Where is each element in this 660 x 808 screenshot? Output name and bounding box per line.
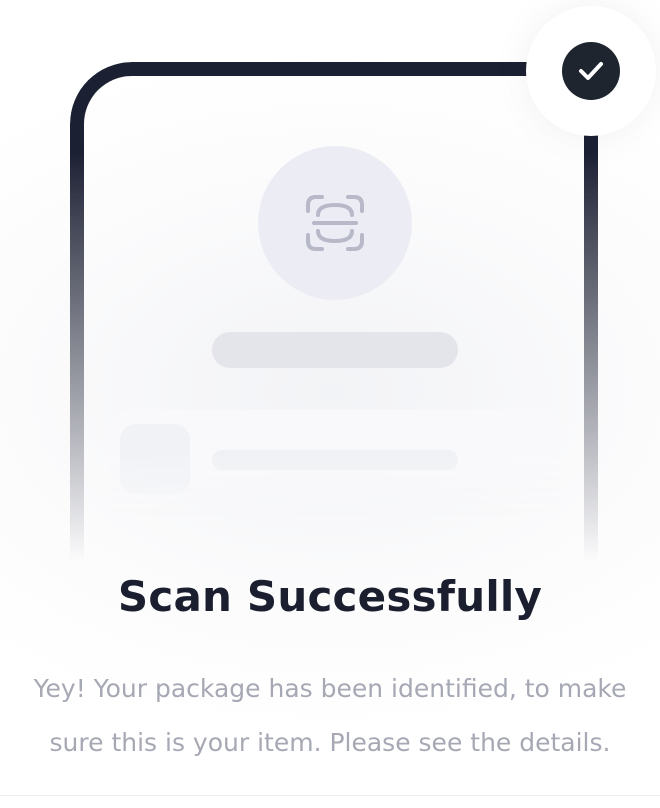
barcode-scan-icon <box>306 195 364 251</box>
skeleton-item-card <box>108 410 560 520</box>
success-badge <box>526 6 656 136</box>
page-subtitle: Yey! Your package has been identified, t… <box>0 662 660 770</box>
subtitle-line-2: sure this is your item. Please see the d… <box>49 728 611 757</box>
skeleton-title-placeholder <box>212 332 458 368</box>
skeleton-thumbnail <box>120 424 190 494</box>
success-badge-circle <box>562 42 620 100</box>
subtitle-line-1: Yey! Your package has been identified, t… <box>33 674 627 703</box>
bottom-divider <box>0 795 660 796</box>
skeleton-text-line <box>212 450 458 470</box>
page-title: Scan Successfully <box>117 572 543 621</box>
scan-success-screen: Scan Successfully Yey! Your package has … <box>0 0 660 808</box>
scan-icon-circle <box>258 146 412 300</box>
check-icon <box>579 62 603 80</box>
